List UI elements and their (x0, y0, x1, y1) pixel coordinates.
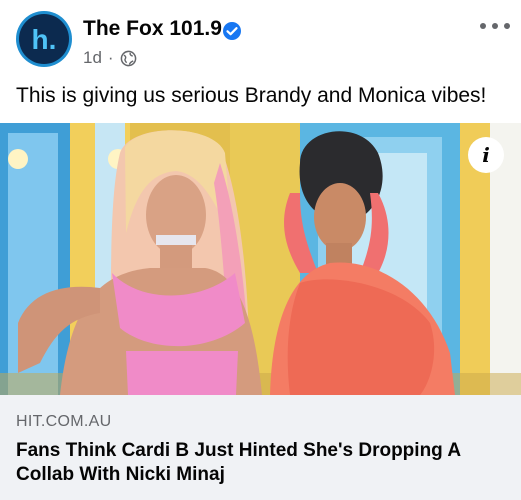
meta-separator: · (107, 48, 114, 67)
link-preview-card[interactable]: HIT.COM.AU Fans Think Cardi B Just Hinte… (0, 395, 521, 500)
post-meta: 1d · (83, 48, 137, 68)
info-icon[interactable]: i (468, 137, 504, 173)
avatar-logo: h. (19, 14, 69, 64)
post-header: h. The Fox 101.9 1d · (0, 0, 521, 78)
link-preview-image[interactable] (0, 123, 521, 395)
preview-photo (0, 123, 521, 395)
page-avatar[interactable]: h. (16, 11, 72, 67)
link-headline[interactable]: Fans Think Cardi B Just Hinted She's Dro… (16, 439, 506, 487)
svg-text:h.: h. (32, 24, 57, 55)
more-options-icon[interactable] (480, 16, 510, 36)
facebook-post: h. The Fox 101.9 1d · This is giving us … (0, 0, 521, 500)
post-time[interactable]: 1d (83, 48, 102, 68)
avatar-logo-mark: h. (32, 24, 57, 55)
page-name[interactable]: The Fox 101.9 (83, 17, 222, 41)
post-caption: This is giving us serious Brandy and Mon… (16, 84, 487, 107)
more-dot (504, 23, 510, 29)
link-domain: HIT.COM.AU (16, 413, 112, 430)
verified-badge-icon (223, 22, 241, 40)
more-dot (492, 23, 498, 29)
info-glyph: i (482, 143, 490, 167)
globe-icon[interactable] (120, 50, 137, 67)
more-dot (480, 23, 486, 29)
